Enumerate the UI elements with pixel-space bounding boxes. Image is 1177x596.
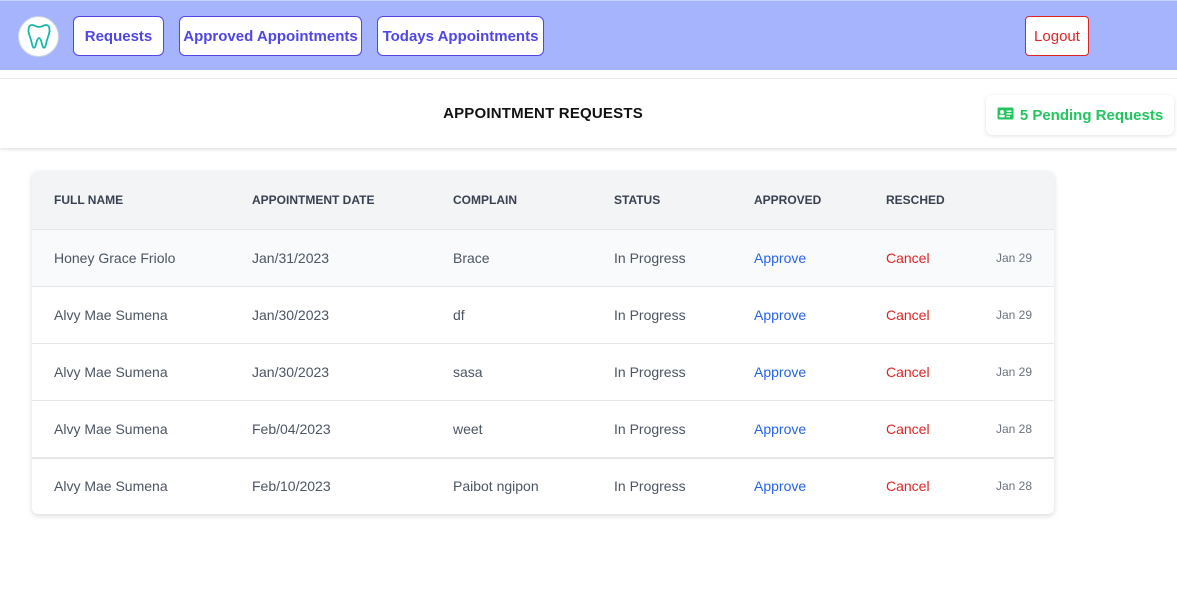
table-row: Alvy Mae Sumena Feb/04/2023 weet In Prog… [32,400,1054,457]
cell-full-name: Honey Grace Friolo [54,250,176,266]
cell-complain: df [453,307,465,323]
cell-full-name: Alvy Mae Sumena [54,478,168,494]
cancel-link[interactable]: Cancel [886,307,930,323]
approve-link[interactable]: Approve [754,250,806,266]
id-card-icon [997,107,1014,124]
cell-appointment-date: Jan/31/2023 [252,250,330,266]
cancel-link[interactable]: Cancel [886,364,930,380]
cell-status: In Progress [614,364,686,380]
cell-full-name: Alvy Mae Sumena [54,421,168,437]
column-header-status: STATUS [614,193,661,207]
approve-link[interactable]: Approve [754,364,806,380]
column-header-approved: APPROVED [754,193,822,207]
top-navbar: Requests Approved Appointments Todays Ap… [0,0,1177,70]
cell-status: In Progress [614,478,686,494]
pending-requests-label: 5 Pending Requests [1019,106,1164,124]
column-header-appointment-date: APPOINTMENT DATE [252,193,375,207]
approve-link[interactable]: Approve [754,421,806,437]
cell-status: In Progress [614,421,686,437]
cancel-link[interactable]: Cancel [886,421,930,437]
cell-created-date: Jan 29 [996,308,1033,322]
table-header: FULL NAME APPOINTMENT DATE COMPLAIN STAT… [32,171,1054,229]
cell-appointment-date: Feb/04/2023 [252,421,331,437]
column-header-complain: COMPLAIN [453,193,517,207]
cell-complain: Paibot ngipon [453,478,539,494]
cancel-link[interactable]: Cancel [886,478,930,494]
cancel-link[interactable]: Cancel [886,250,930,266]
nav-requests-button[interactable]: Requests [73,16,164,56]
cell-created-date: Jan 29 [996,251,1033,265]
cell-appointment-date: Feb/10/2023 [252,478,331,494]
cell-appointment-date: Jan/30/2023 [252,307,330,323]
cell-complain: Brace [453,250,490,266]
pending-requests-badge: 5 Pending Requests [986,95,1174,135]
cell-complain: weet [453,421,483,437]
cell-created-date: Jan 28 [996,479,1033,493]
table-row: Honey Grace Friolo Jan/31/2023 Brace In … [32,229,1054,286]
tooth-logo-icon[interactable] [18,16,59,57]
cell-appointment-date: Jan/30/2023 [252,364,330,380]
cell-created-date: Jan 28 [996,422,1033,436]
table-row: Alvy Mae Sumena Jan/30/2023 df In Progre… [32,286,1054,343]
cell-status: In Progress [614,307,686,323]
table-row: Alvy Mae Sumena Jan/30/2023 sasa In Prog… [32,343,1054,400]
cell-full-name: Alvy Mae Sumena [54,307,168,323]
nav-todays-appointments-button[interactable]: Todays Appointments [377,16,544,56]
column-header-full-name: FULL NAME [54,193,124,207]
approve-link[interactable]: Approve [754,478,806,494]
table-row: Alvy Mae Sumena Feb/10/2023 Paibot ngipo… [32,457,1054,514]
page-title: APPOINTMENT REQUESTS [443,105,643,122]
cell-complain: sasa [453,364,483,380]
cell-status: In Progress [614,250,686,266]
cell-full-name: Alvy Mae Sumena [54,364,168,380]
logout-button[interactable]: Logout [1025,16,1089,56]
column-header-resched: RESCHED [886,193,945,207]
approve-link[interactable]: Approve [754,307,806,323]
nav-approved-appointments-button[interactable]: Approved Appointments [179,16,362,56]
appointments-table: FULL NAME APPOINTMENT DATE COMPLAIN STAT… [32,171,1054,514]
cell-created-date: Jan 29 [996,365,1033,379]
